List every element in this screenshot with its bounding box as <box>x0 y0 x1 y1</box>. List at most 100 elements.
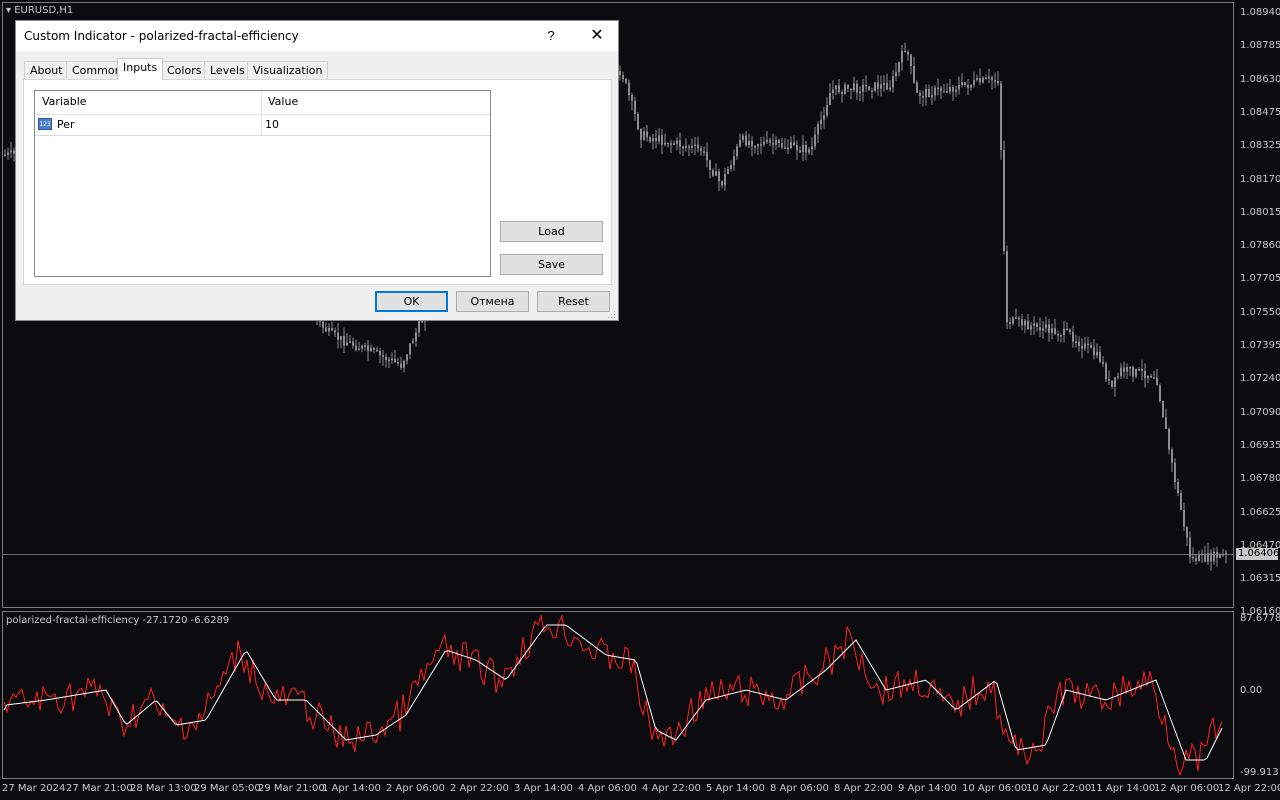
column-header-variable[interactable]: Variable <box>42 95 87 108</box>
candle-body <box>1114 377 1116 387</box>
candle-body <box>670 143 672 145</box>
candle-body <box>409 343 411 355</box>
tab-visualization[interactable]: Visualization <box>247 61 329 79</box>
help-button[interactable]: ? <box>536 23 566 49</box>
candle-body <box>859 91 861 94</box>
time-tick-label: 8 Apr 06:00 <box>770 783 829 794</box>
candle-body <box>325 327 327 332</box>
reset-button[interactable]: Reset <box>537 291 610 312</box>
time-tick-label: 9 Apr 14:00 <box>898 783 957 794</box>
candle-body <box>841 92 843 94</box>
candle-body <box>1171 449 1173 463</box>
candle-body <box>871 90 873 92</box>
candle-body <box>1030 325 1032 330</box>
column-divider[interactable] <box>261 91 262 114</box>
candle-body <box>1033 323 1035 326</box>
candle-body <box>643 131 645 140</box>
candle-body <box>349 341 351 343</box>
candle-body <box>1069 329 1071 332</box>
chart-symbol-label: ▾ EURUSD,H1 <box>6 5 73 16</box>
candle-body <box>622 75 624 80</box>
candle-body <box>700 148 702 152</box>
table-row[interactable]: 123 Per 10 <box>35 115 490 136</box>
resize-grip-icon[interactable] <box>608 311 616 319</box>
price-tick-label: 1.08785 <box>1240 40 1280 52</box>
candle-body <box>382 355 384 357</box>
candle-body <box>397 362 399 364</box>
candle-body <box>958 85 960 90</box>
candle-body <box>1021 319 1023 326</box>
candle-body <box>1168 428 1170 450</box>
time-tick-label: 2 Apr 06:00 <box>386 783 445 794</box>
candle-body <box>1159 385 1161 402</box>
load-button[interactable]: Load <box>500 221 603 242</box>
dialog-titlebar[interactable]: Custom Indicator - polarized-fractal-eff… <box>16 21 618 51</box>
price-tick-label: 1.07550 <box>1240 306 1280 318</box>
candle-body <box>1051 328 1053 333</box>
candle-body <box>832 89 834 94</box>
candle-body <box>694 144 696 146</box>
candle-body <box>925 89 927 97</box>
candle-body <box>361 345 363 349</box>
candle-body <box>1222 553 1224 556</box>
pfe-signal-line <box>3 624 1223 761</box>
tab-inputs[interactable]: Inputs <box>117 58 164 80</box>
candle-body <box>787 147 789 150</box>
candle-body <box>1108 379 1110 381</box>
time-tick-label: 4 Apr 22:00 <box>642 783 701 794</box>
value-cell[interactable]: 10 <box>265 118 279 131</box>
ok-button[interactable]: OK <box>375 291 448 312</box>
candle-body <box>1102 361 1104 364</box>
chart-menu-arrow-icon[interactable]: ▾ <box>6 5 11 16</box>
candle-body <box>886 83 888 90</box>
candle-body <box>742 135 744 140</box>
time-tick-label: 29 Mar 05:00 <box>194 783 261 794</box>
candle-body <box>817 124 819 135</box>
close-button[interactable]: ✕ <box>582 23 612 49</box>
candle-body <box>376 349 378 352</box>
candle-body <box>796 145 798 151</box>
candle-body <box>421 321 423 323</box>
candle-body <box>1093 347 1095 356</box>
candle-body <box>940 88 942 92</box>
candle-body <box>1135 368 1137 377</box>
candle-body <box>892 76 894 88</box>
inputs-panel: Variable Value 123 Per 10 Load Save <box>23 79 612 285</box>
candle-body <box>946 91 948 93</box>
candle-body <box>1192 556 1194 559</box>
candle-body <box>1084 343 1086 349</box>
candle-body <box>967 85 969 88</box>
candle-body <box>1042 328 1044 331</box>
price-tick-label: 1.07395 <box>1240 340 1280 351</box>
tab-colors[interactable]: Colors <box>161 61 208 79</box>
time-tick-label: 8 Apr 22:00 <box>834 783 893 794</box>
candle-body <box>799 150 801 153</box>
cancel-button[interactable]: Отмена <box>456 291 529 312</box>
candle-body <box>655 138 657 142</box>
save-button[interactable]: Save <box>500 254 603 275</box>
candle-body <box>907 51 909 55</box>
candle-body <box>877 82 879 89</box>
inputs-table[interactable]: Variable Value 123 Per 10 <box>34 90 491 277</box>
candle-body <box>1099 351 1101 362</box>
tab-about[interactable]: About <box>24 61 69 79</box>
candle-body <box>889 87 891 90</box>
candle-body <box>391 358 393 361</box>
candle-body <box>976 77 978 81</box>
column-header-value[interactable]: Value <box>268 95 298 108</box>
candle-body <box>400 363 402 368</box>
candle-body <box>1015 317 1017 319</box>
candle-body <box>367 345 369 352</box>
candle-body <box>844 84 846 94</box>
candle-body <box>373 348 375 350</box>
candle-body <box>721 181 723 186</box>
candle-body <box>784 147 786 149</box>
candle-body <box>754 146 756 148</box>
candle-body <box>1045 324 1047 329</box>
candle-body <box>949 87 951 92</box>
candle-body <box>775 140 777 145</box>
tab-levels[interactable]: Levels <box>204 61 251 79</box>
candle-body <box>853 83 855 91</box>
price-tick-label: 1.08325 <box>1240 140 1280 152</box>
candle-body <box>757 144 759 147</box>
